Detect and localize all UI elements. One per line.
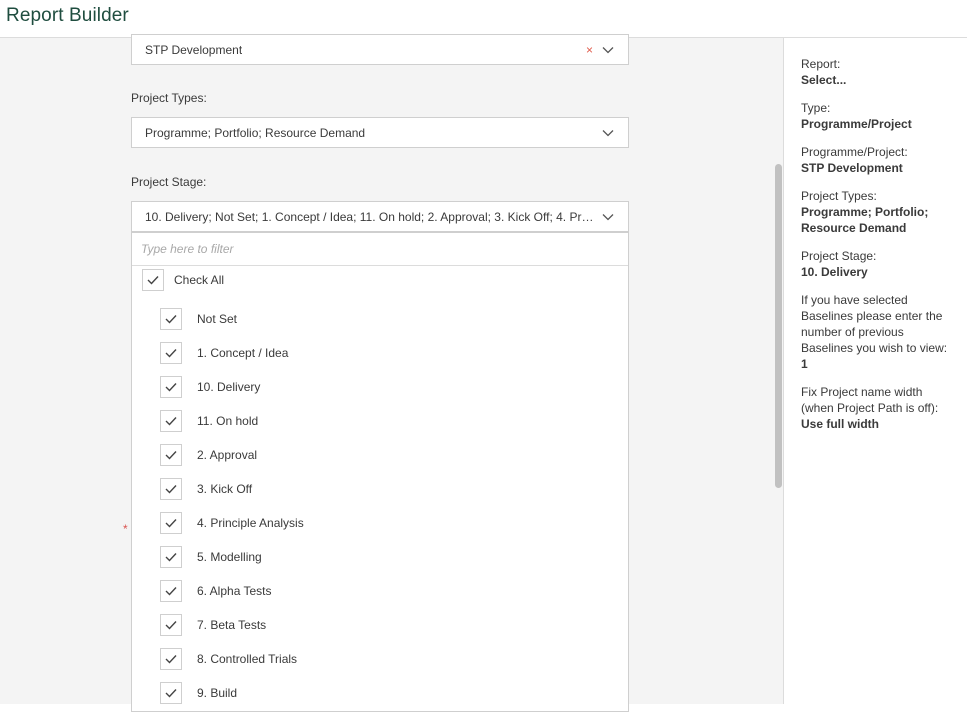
project-stage-label: Project Stage:: [131, 175, 207, 189]
summary-report: Report: Select...: [801, 56, 957, 88]
summary-project-stage-value: 10. Delivery: [801, 265, 868, 279]
summary-project-types-value: Programme; Portfolio; Resource Demand: [801, 205, 929, 235]
option-checkbox[interactable]: [160, 308, 182, 330]
chevron-down-icon[interactable]: [602, 129, 614, 137]
summary-type-label: Type:: [801, 101, 831, 115]
checkmark-icon: [165, 587, 177, 596]
option-label: 11. On hold: [197, 414, 259, 428]
list-item[interactable]: 11. On hold: [160, 410, 258, 432]
checkmark-icon: [165, 689, 177, 698]
clear-selection-icon[interactable]: ×: [586, 42, 593, 58]
project-stage-select[interactable]: 10. Delivery; Not Set; 1. Concept / Idea…: [131, 201, 629, 232]
checkmark-icon: [165, 315, 177, 324]
option-checkbox[interactable]: [160, 614, 182, 636]
summary-report-value: Select...: [801, 73, 847, 87]
checkmark-icon: [165, 519, 177, 528]
option-checkbox[interactable]: [160, 444, 182, 466]
filter-input[interactable]: [132, 233, 628, 266]
summary-name-width-value: Use full width: [801, 417, 879, 431]
summary-project-types: Project Types: Programme; Portfolio; Res…: [801, 188, 957, 236]
check-all-checkbox[interactable]: [142, 269, 164, 291]
option-label: 2. Approval: [197, 448, 258, 462]
programme-select-value: STP Development: [145, 42, 243, 57]
option-checkbox[interactable]: [160, 410, 182, 432]
option-checkbox[interactable]: [160, 580, 182, 602]
list-item[interactable]: 2. Approval: [160, 444, 257, 466]
programme-select[interactable]: STP Development ×: [131, 34, 629, 65]
option-checkbox[interactable]: [160, 376, 182, 398]
chevron-down-icon[interactable]: [602, 213, 614, 221]
option-label: 3. Kick Off: [197, 482, 253, 496]
option-label: 8. Controlled Trials: [197, 652, 298, 666]
list-item[interactable]: 8. Controlled Trials: [160, 648, 297, 670]
summary-project-stage-label: Project Stage:: [801, 249, 877, 263]
list-item[interactable]: 3. Kick Off: [160, 478, 252, 500]
option-label: 7. Beta Tests: [197, 618, 267, 632]
option-label: 1. Concept / Idea: [197, 346, 289, 360]
summary-baselines-value: 1: [801, 357, 808, 371]
checkmark-icon: [165, 383, 177, 392]
option-label: 6. Alpha Tests: [197, 584, 272, 598]
option-checkbox[interactable]: [160, 478, 182, 500]
summary-type: Type: Programme/Project: [801, 100, 957, 132]
option-label: Not Set: [197, 312, 238, 326]
list-item[interactable]: 5. Modelling: [160, 546, 262, 568]
option-label: 5. Modelling: [197, 550, 262, 564]
list-item[interactable]: 6. Alpha Tests: [160, 580, 272, 602]
checkmark-icon: [165, 417, 177, 426]
checkmark-icon: [165, 485, 177, 494]
option-checkbox[interactable]: [160, 512, 182, 534]
summary-report-label: Report:: [801, 57, 841, 71]
chevron-down-icon[interactable]: [602, 46, 614, 54]
summary-type-value: Programme/Project: [801, 117, 912, 131]
list-item[interactable]: 4. Principle Analysis: [160, 512, 304, 534]
summary-programme: Programme/Project: STP Development: [801, 144, 957, 176]
check-all-option[interactable]: Check All: [142, 269, 224, 291]
scrollbar-thumb[interactable]: [775, 164, 782, 488]
checkmark-icon: [165, 621, 177, 630]
checkmark-icon: [165, 349, 177, 358]
top-bar: Report Builder: [0, 0, 967, 38]
project-stage-value: 10. Delivery; Not Set; 1. Concept / Idea…: [145, 209, 595, 224]
project-types-value: Programme; Portfolio; Resource Demand: [145, 125, 366, 140]
option-checkbox[interactable]: [160, 682, 182, 704]
option-checkbox[interactable]: [160, 546, 182, 568]
app-title: Report Builder: [6, 5, 129, 26]
list-item[interactable]: 1. Concept / Idea: [160, 342, 288, 364]
summary-programme-value: STP Development: [801, 161, 903, 175]
main-scrollbar[interactable]: [774, 38, 783, 704]
summary-project-stage: Project Stage: 10. Delivery: [801, 248, 957, 280]
check-all-label: Check All: [174, 273, 225, 287]
list-item[interactable]: Not Set: [160, 308, 237, 330]
checkmark-icon: [147, 276, 159, 285]
summary-baselines-label: If you have selected Baselines please en…: [801, 293, 948, 355]
list-item[interactable]: 9. Build: [160, 682, 237, 704]
option-checkbox[interactable]: [160, 342, 182, 364]
summary-name-width-label: Fix Project name width (when Project Pat…: [801, 385, 939, 415]
checkmark-icon: [165, 451, 177, 460]
project-types-label: Project Types:: [131, 91, 207, 105]
summary-name-width: Fix Project name width (when Project Pat…: [801, 384, 957, 432]
option-label: 9. Build: [197, 686, 238, 700]
project-stage-dropdown: Check All Not Set 1. Concept / Idea 10. De…: [131, 232, 629, 712]
option-label: 10. Delivery: [197, 380, 261, 394]
summary-programme-label: Programme/Project:: [801, 145, 908, 159]
list-item[interactable]: 10. Delivery: [160, 376, 260, 398]
checkmark-icon: [165, 655, 177, 664]
checkmark-icon: [165, 553, 177, 562]
project-types-select[interactable]: Programme; Portfolio; Resource Demand: [131, 117, 629, 148]
list-item[interactable]: 7. Beta Tests: [160, 614, 266, 636]
summary-sidebar: Report: Select... Type: Programme/Projec…: [784, 38, 967, 704]
option-label: 4. Principle Analysis: [197, 516, 304, 530]
summary-project-types-label: Project Types:: [801, 189, 877, 203]
summary-baselines: If you have selected Baselines please en…: [801, 292, 957, 372]
required-marker: *: [123, 522, 128, 536]
option-checkbox[interactable]: [160, 648, 182, 670]
